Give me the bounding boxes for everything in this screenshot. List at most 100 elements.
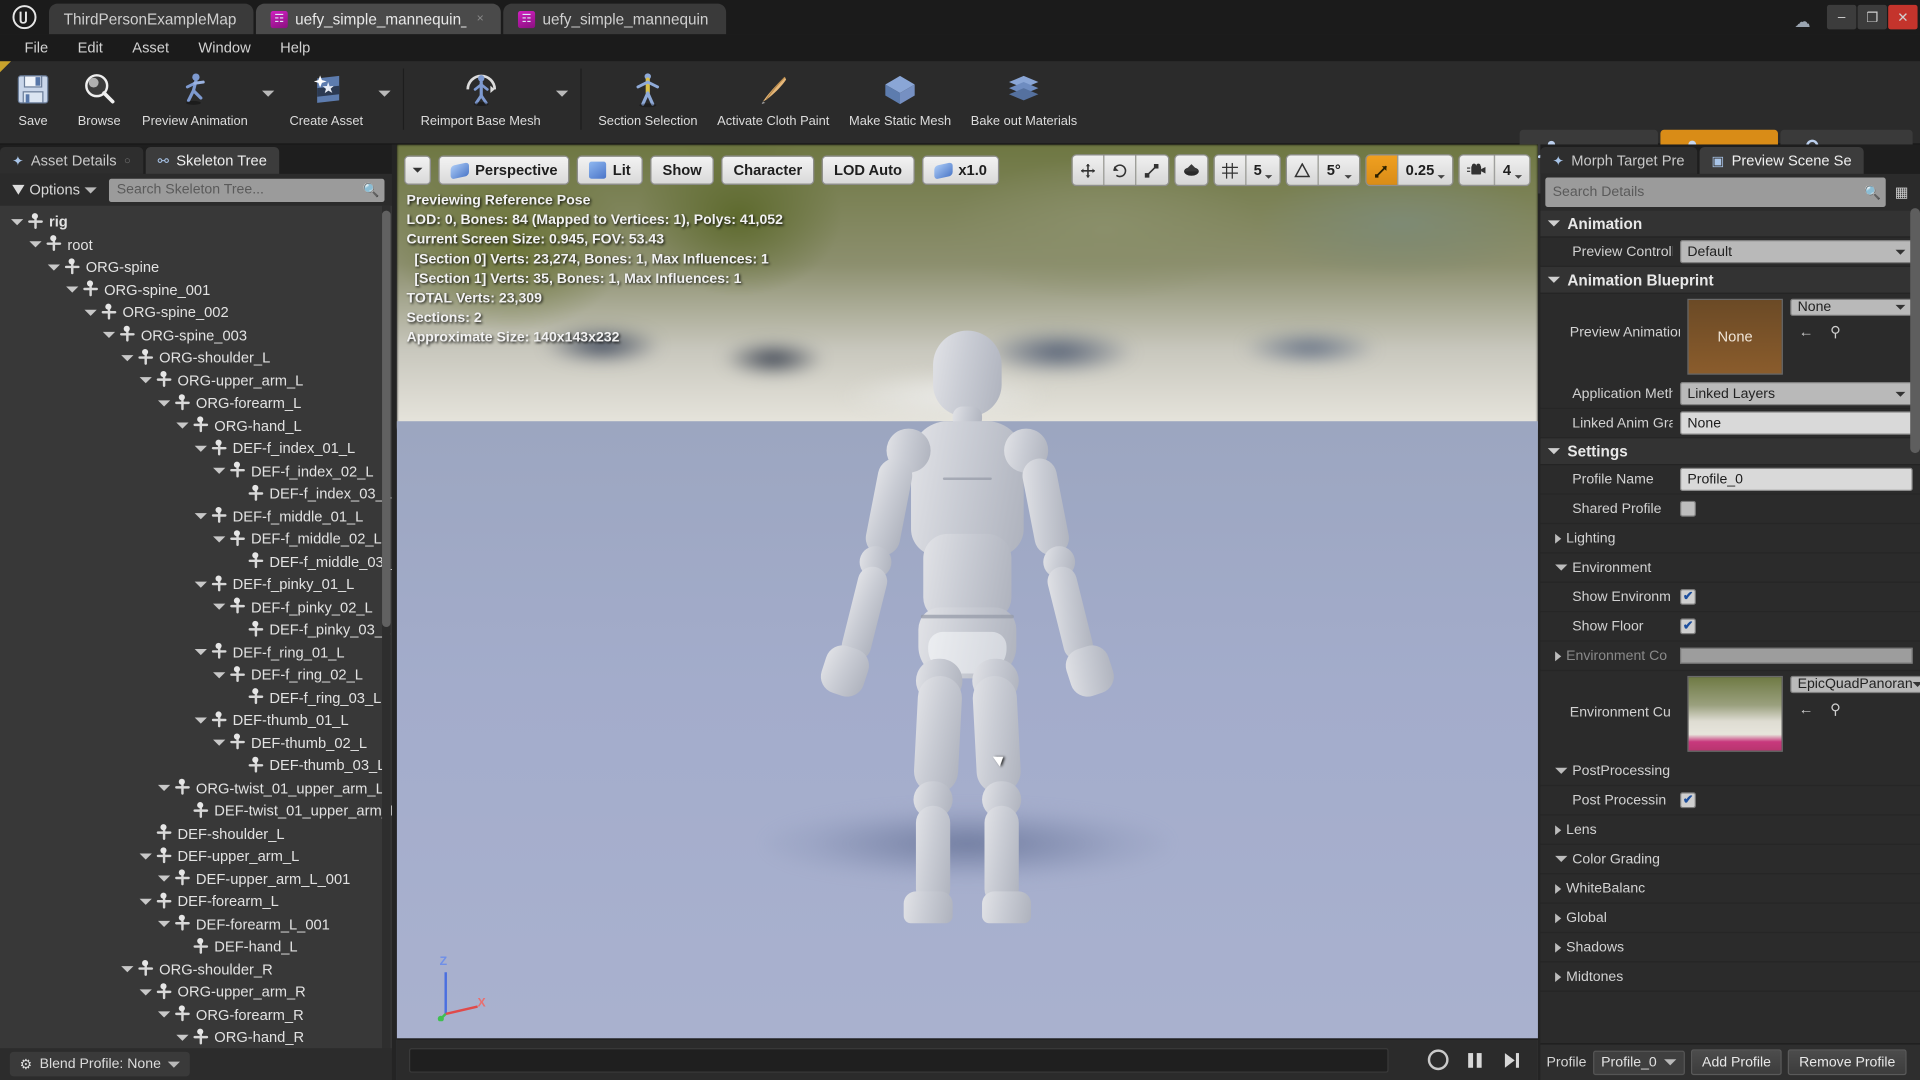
view-mode-button[interactable]: Lit [577, 155, 643, 185]
rotate-snap-toggle[interactable] [1287, 155, 1320, 185]
tree-expander-icon[interactable] [157, 782, 170, 795]
property-combo[interactable]: Linked Layers [1680, 382, 1913, 406]
tab-preview-scene-settings[interactable]: ▣ Preview Scene Se [1699, 146, 1864, 174]
scale-snap-value[interactable]: 0.25 [1398, 155, 1453, 185]
tree-row[interactable]: ORG-shoulder_R [0, 958, 392, 981]
details-search[interactable]: 🔍 [1545, 177, 1886, 207]
tree-row[interactable]: ORG-shoulder_L [0, 347, 392, 370]
tree-expander-icon[interactable] [1555, 942, 1562, 953]
tree-options-button[interactable]: Options [7, 179, 102, 201]
mannequin-preview-mesh[interactable] [759, 330, 1175, 924]
property-text-field[interactable]: Profile_0 [1680, 467, 1913, 492]
translate-snap-toggle[interactable] [1214, 155, 1247, 185]
browse-to-asset-icon[interactable]: ⚲ [1825, 321, 1847, 343]
tree-expander-icon[interactable] [1555, 912, 1562, 923]
property-text-field[interactable]: None [1680, 411, 1913, 435]
tree-expander-icon[interactable] [193, 578, 206, 591]
record-button[interactable] [1423, 1045, 1452, 1074]
tree-expander-icon[interactable] [102, 328, 115, 341]
property-checkbox[interactable]: ✔ [1680, 792, 1696, 809]
tree-row[interactable]: DEF-f_ring_02_L [0, 664, 392, 687]
tree-expander-icon[interactable] [120, 963, 133, 976]
character-menu-button[interactable]: Character [721, 155, 815, 185]
tree-row[interactable]: DEF-forearm_L [0, 890, 392, 913]
tree-expander-icon[interactable] [212, 600, 225, 613]
tree-expander-icon[interactable] [212, 736, 225, 749]
tree-expander-icon[interactable] [1555, 650, 1562, 661]
tree-scrollbar-thumb[interactable] [382, 210, 391, 627]
property-checkbox[interactable]: ✔ [1680, 618, 1696, 635]
menu-window[interactable]: Window [184, 37, 266, 59]
tree-row[interactable]: DEF-f_pinky_02_L [0, 596, 392, 619]
close-icon[interactable]: × [477, 12, 484, 25]
reimport-dropdown[interactable] [550, 61, 572, 125]
tree-expander-icon[interactable] [1555, 533, 1562, 544]
viewport-options-button[interactable] [404, 155, 432, 185]
tree-expander-icon[interactable] [175, 1031, 188, 1044]
tree-expander-icon[interactable] [138, 374, 151, 387]
rotate-mode-button[interactable] [1104, 155, 1137, 185]
search-input[interactable] [1552, 184, 1879, 200]
tree-row[interactable]: ORG-upper_arm_R [0, 981, 392, 1004]
tree-row[interactable]: DEF-f_pinky_01_L [0, 573, 392, 596]
lod-menu-button[interactable]: LOD Auto [821, 155, 915, 185]
tree-expander-icon[interactable] [120, 351, 133, 364]
section-selection-button[interactable]: Section Selection [588, 61, 707, 129]
tree-row[interactable]: ORG-hand_L [0, 414, 392, 437]
asset-thumbnail[interactable]: None [1687, 298, 1783, 375]
remove-profile-button[interactable]: Remove Profile [1788, 1049, 1907, 1076]
tree-row[interactable]: ORG-spine [0, 256, 392, 279]
add-profile-button[interactable]: Add Profile [1691, 1049, 1782, 1076]
menu-help[interactable]: Help [265, 37, 325, 59]
tree-row[interactable]: DEF-thumb_01_L [0, 709, 392, 732]
tab-skeleton-tree[interactable]: ⚯ Skeleton Tree [145, 146, 280, 174]
tree-expander-icon[interactable] [138, 849, 151, 862]
create-asset-button[interactable]: Create Asset [280, 61, 373, 129]
tree-row[interactable]: DEF-f_middle_01_L [0, 505, 392, 528]
tree-expander-icon[interactable] [1555, 564, 1568, 571]
tree-row[interactable]: ORG-twist_01_upper_arm_L [0, 777, 392, 800]
menu-asset[interactable]: Asset [118, 37, 184, 59]
tree-row[interactable]: ORG-upper_arm_L [0, 369, 392, 392]
tree-row[interactable]: DEF-forearm_L_001 [0, 913, 392, 936]
camera-mode-button[interactable]: Perspective [438, 155, 570, 185]
property-combo[interactable]: Default [1680, 240, 1913, 264]
asset-selector-combo[interactable]: EpicQuadPanoran [1790, 675, 1920, 694]
close-button[interactable]: ✕ [1888, 4, 1918, 30]
minimize-button[interactable]: ‒ [1826, 4, 1857, 30]
create-asset-dropdown[interactable] [373, 61, 395, 125]
property-checkbox[interactable]: ✔ [1680, 588, 1696, 605]
activate-cloth-paint-button[interactable]: Activate Cloth Paint [707, 61, 839, 129]
tab-asset-details[interactable]: ✦ Asset Details ○ [0, 146, 143, 174]
tree-expander-icon[interactable] [212, 532, 225, 545]
maximize-button[interactable]: ❐ [1857, 4, 1887, 30]
camera-speed-icon-cell[interactable] [1459, 155, 1496, 185]
tree-expander-icon[interactable] [83, 306, 96, 319]
translate-snap-value[interactable]: 5 [1246, 155, 1281, 185]
browse-button[interactable]: Browse [66, 61, 132, 129]
tree-row[interactable]: DEF-upper_arm_L_001 [0, 868, 392, 891]
close-icon[interactable]: ○ [124, 154, 131, 166]
property-color-swatch[interactable] [1680, 647, 1913, 664]
tree-expander-icon[interactable] [47, 261, 60, 274]
details-section-header[interactable]: Settings [1540, 438, 1920, 466]
world-coordinate-button[interactable] [1175, 155, 1208, 185]
pause-button[interactable] [1460, 1045, 1489, 1074]
scale-mode-button[interactable] [1136, 155, 1168, 185]
asset-thumbnail[interactable] [1687, 675, 1783, 752]
tree-expander-icon[interactable] [1555, 855, 1568, 863]
tree-row[interactable]: ORG-forearm_R [0, 1003, 392, 1026]
tree-expander-icon[interactable] [193, 442, 206, 455]
details-section-header[interactable]: Animation [1540, 210, 1920, 238]
tree-row[interactable]: rig [0, 211, 392, 234]
playback-speed-button[interactable]: x1.0 [921, 155, 1000, 185]
tree-row[interactable]: ORG-forearm_L [0, 392, 392, 415]
camera-speed-value[interactable]: 4 [1495, 155, 1530, 185]
use-selected-asset-icon[interactable]: ← [1795, 698, 1817, 720]
tree-row[interactable]: DEF-f_middle_02_L [0, 528, 392, 551]
tree-expander-icon[interactable] [212, 668, 225, 681]
reimport-base-mesh-button[interactable]: Reimport Base Mesh [411, 61, 551, 129]
details-section-header[interactable]: Animation Blueprint [1540, 266, 1920, 294]
tree-row[interactable]: DEF-f_ring_01_L [0, 641, 392, 664]
tab-uefy-simple-mannequin-skeleton[interactable]: ☶ uefy_simple_mannequin_ × [255, 3, 501, 35]
